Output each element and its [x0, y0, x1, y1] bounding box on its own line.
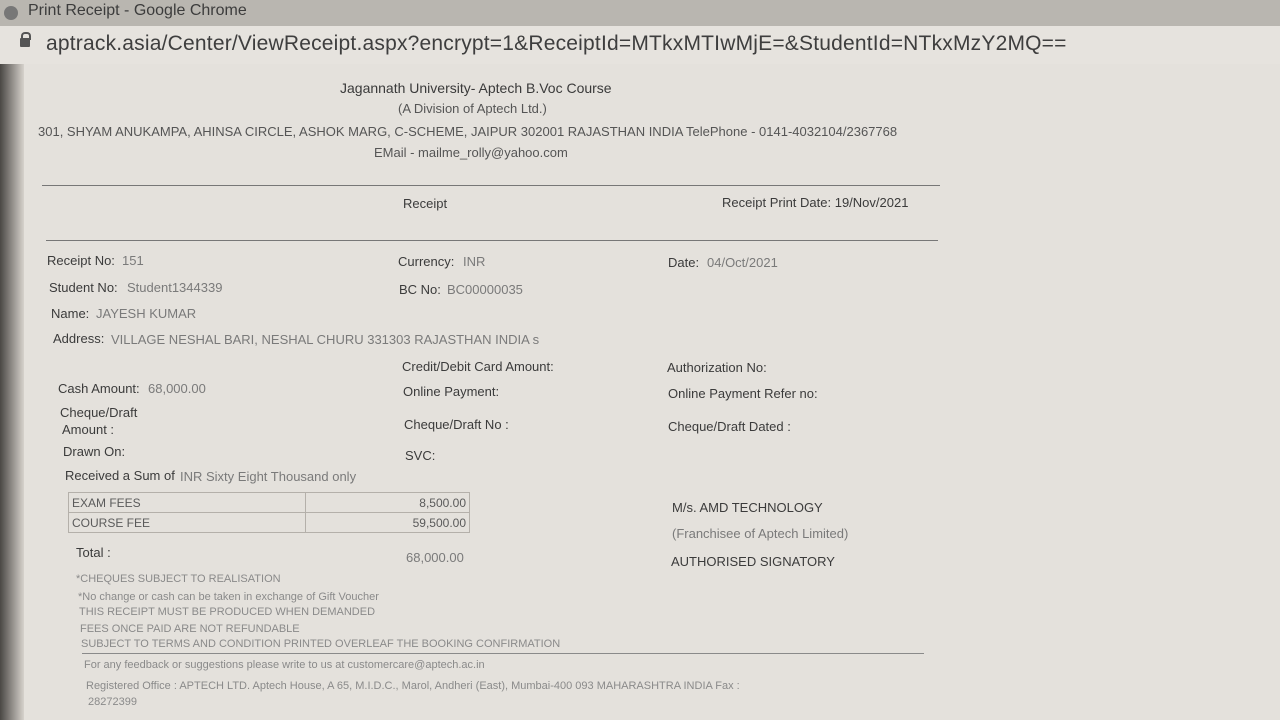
divider	[46, 240, 938, 241]
registered-office: Registered Office : APTECH LTD. Aptech H…	[86, 680, 740, 692]
note-item: *CHEQUES SUBJECT TO REALISATION	[76, 573, 281, 585]
currency: INR	[463, 254, 486, 269]
student-name: JAYESH KUMAR	[96, 306, 197, 321]
receipt-no-label: Receipt No:	[47, 253, 115, 268]
feedback-text: For any feedback or suggestions please w…	[84, 659, 485, 671]
total-amount: 68,000.00	[406, 550, 464, 565]
bc-no-label: BC No:	[399, 282, 441, 297]
receipt-print-date: Receipt Print Date: 19/Nov/2021	[722, 195, 909, 210]
fax-number: 28272399	[88, 696, 137, 708]
note-item: THIS RECEIPT MUST BE PRODUCED WHEN DEMAN…	[79, 606, 376, 618]
student-address: VILLAGE NESHAL BARI, NESHAL CHURU 331303…	[111, 332, 540, 347]
cheque-dated-label: Cheque/Draft Dated :	[668, 419, 791, 434]
date-label: Date:	[668, 255, 700, 270]
online-ref-label: Online Payment Refer no:	[668, 386, 818, 401]
note-item: *No change or cash can be taken in excha…	[78, 591, 379, 603]
divider	[42, 185, 940, 186]
drawn-on-label: Drawn On:	[63, 444, 126, 459]
received-value: INR Sixty Eight Thousand only	[180, 469, 357, 484]
division: (A Division of Aptech Ltd.)	[398, 101, 547, 116]
url-text[interactable]: aptrack.asia/Center/ViewReceipt.aspx?enc…	[46, 32, 1067, 56]
student-no-label: Student No:	[49, 280, 118, 295]
fees-table: EXAM FEES 8,500.00 COURSE FEE 59,500.00	[68, 492, 470, 533]
authorised-signatory: AUTHORISED SIGNATORY	[671, 554, 835, 569]
window-titlebar: Print Receipt - Google Chrome	[0, 0, 1280, 26]
chrome-icon	[4, 6, 18, 20]
org-email: EMail - mailme_rolly@yahoo.com	[374, 145, 568, 160]
table-row: COURSE FEE 59,500.00	[68, 512, 470, 533]
cash-amount: 68,000.00	[148, 381, 206, 396]
fee-name: COURSE FEE	[68, 512, 306, 533]
currency-label: Currency:	[398, 254, 455, 269]
signatory-company: M/s. AMD TECHNOLOGY	[672, 500, 823, 515]
date: 04/Oct/2021	[707, 255, 778, 270]
lock-icon[interactable]	[20, 32, 31, 47]
table-row: EXAM FEES 8,500.00	[68, 492, 470, 513]
total-label: Total :	[76, 545, 111, 560]
note-item: FEES ONCE PAID ARE NOT REFUNDABLE	[80, 623, 300, 635]
fee-name: EXAM FEES	[68, 492, 306, 513]
org-address: 301, SHYAM ANUKAMPA, AHINSA CIRCLE, ASHO…	[38, 124, 898, 139]
org-name: Jagannath University- Aptech B.Voc Cours…	[340, 80, 612, 96]
name-label: Name:	[51, 306, 90, 321]
student-no: Student1344339	[127, 280, 223, 295]
receipt-no: 151	[122, 253, 144, 268]
cash-label: Cash Amount:	[58, 381, 140, 396]
received-label: Received a Sum of	[65, 468, 175, 483]
edge-shadow	[0, 64, 24, 720]
authorization-label: Authorization No:	[667, 360, 767, 375]
fee-amount: 59,500.00	[305, 512, 470, 533]
address-bar[interactable]: aptrack.asia/Center/ViewReceipt.aspx?enc…	[0, 26, 1280, 65]
online-payment-label: Online Payment:	[403, 384, 500, 399]
credit-card-label: Credit/Debit Card Amount:	[402, 359, 554, 374]
receipt-heading: Receipt	[403, 196, 448, 211]
fee-amount: 8,500.00	[305, 492, 470, 513]
bc-no: BC00000035	[447, 282, 523, 297]
cheque-amount-label: Cheque/Draft	[60, 405, 138, 420]
note-item: SUBJECT TO TERMS AND CONDITION PRINTED O…	[81, 638, 561, 650]
address-label: Address:	[53, 331, 105, 346]
svc-label: SVC:	[405, 448, 436, 463]
signatory-franchise: (Franchisee of Aptech Limited)	[672, 526, 849, 541]
window-title: Print Receipt - Google Chrome	[28, 2, 247, 19]
divider	[82, 653, 924, 654]
cheque-amount-label-2: Amount :	[62, 422, 115, 437]
cheque-no-label: Cheque/Draft No :	[404, 417, 509, 432]
